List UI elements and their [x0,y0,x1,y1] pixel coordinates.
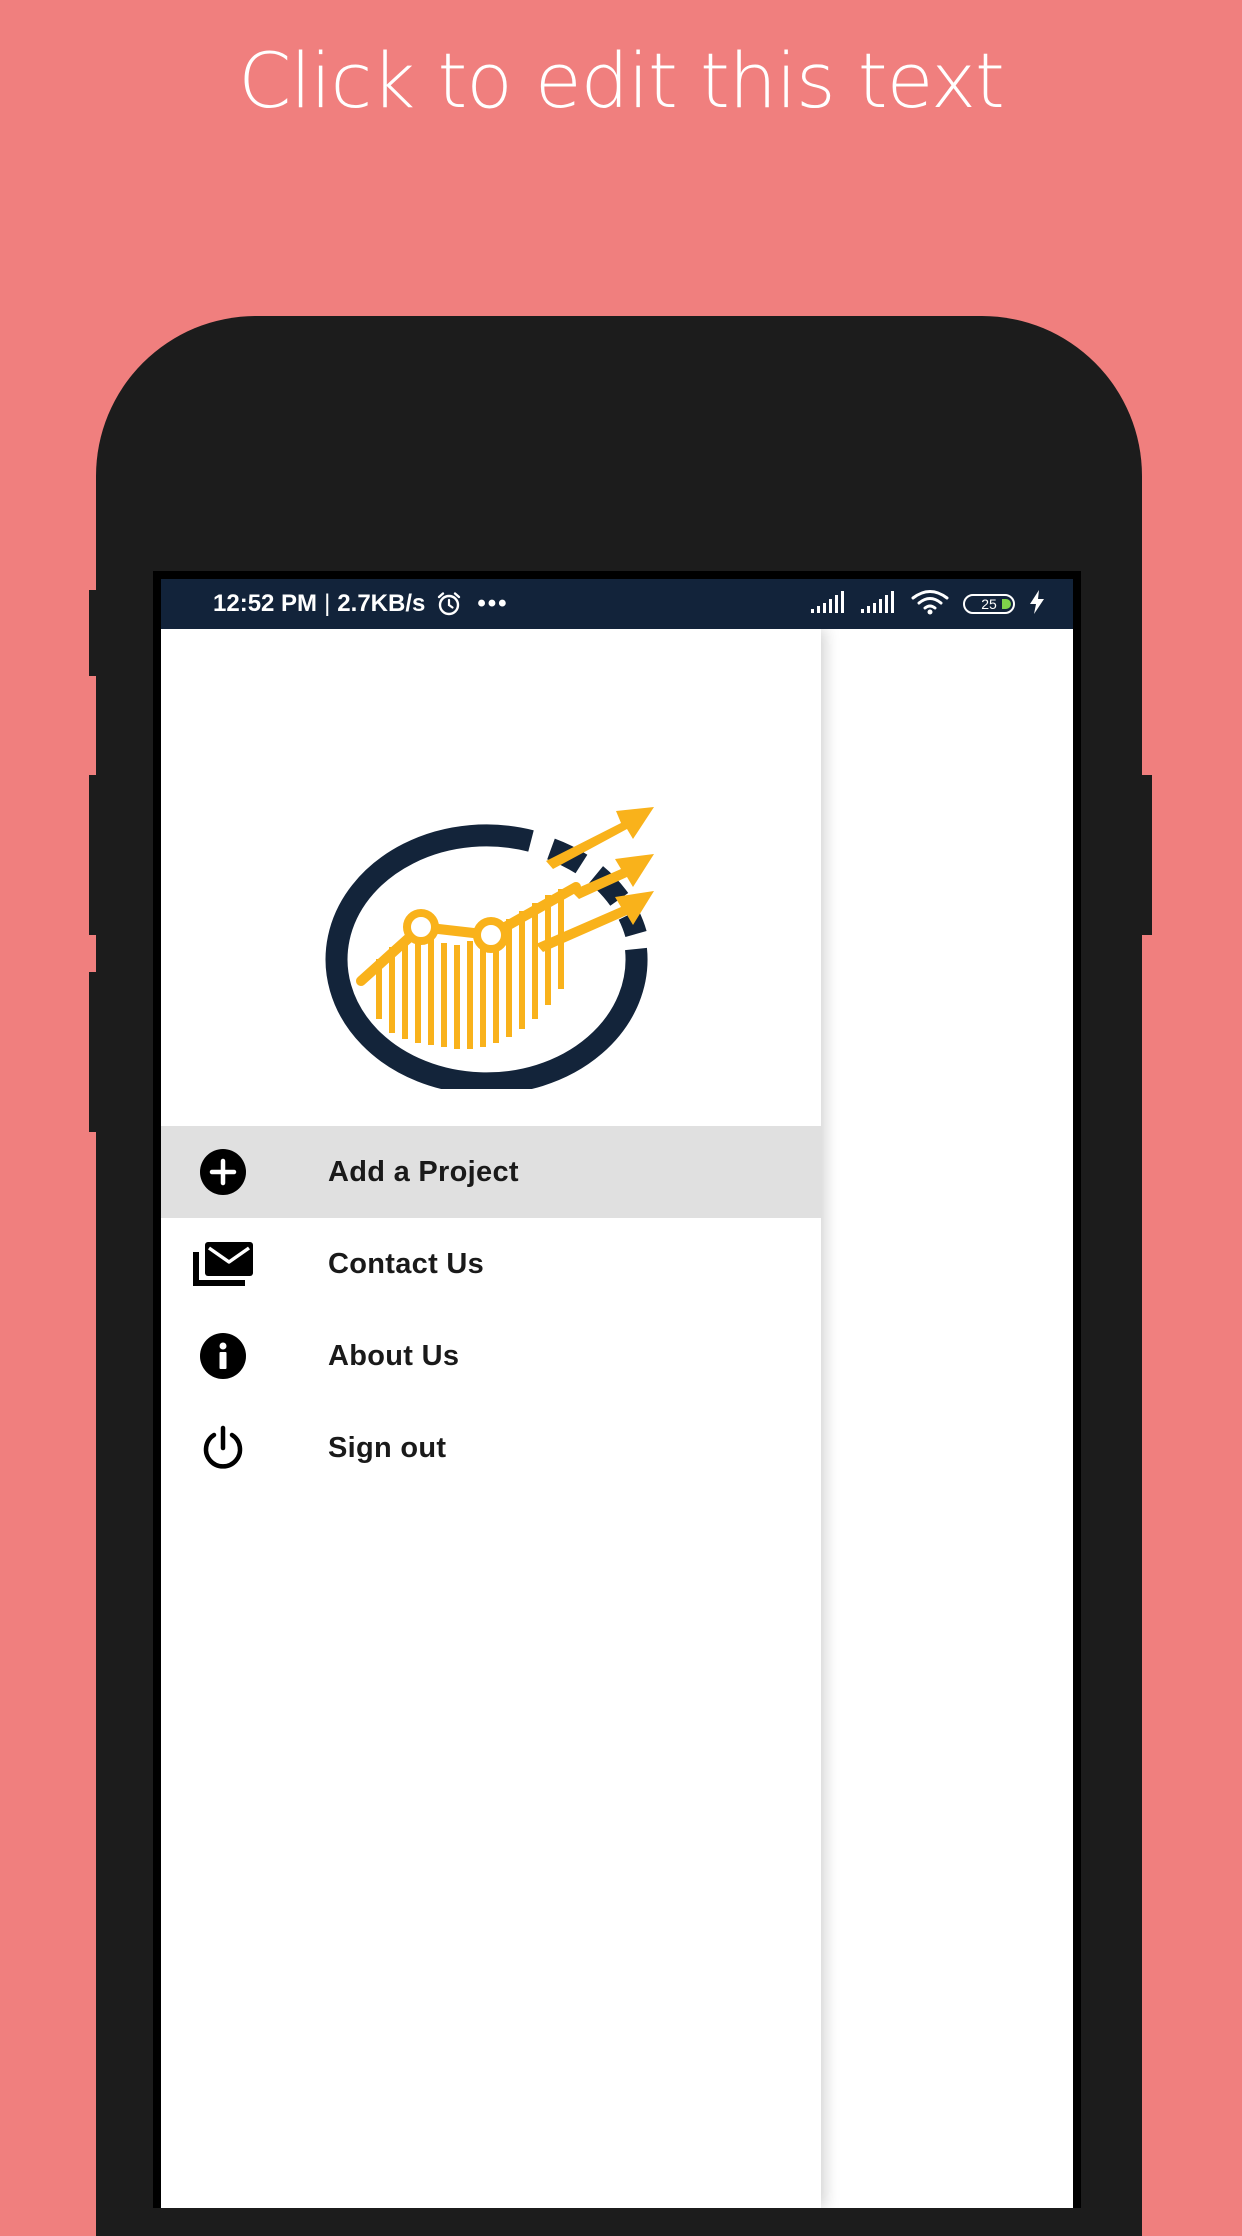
battery-icon: 25 [963,594,1015,614]
phone-screen: 12:52 PM | 2.7KB/s ••• 25 Add a Project … [153,571,1081,2208]
menu-item-label: Add a Project [328,1155,519,1188]
status-separator: | [324,590,331,617]
menu-item-add-project[interactable]: Add a Project [161,1126,821,1218]
menu-item-label: About Us [328,1339,460,1372]
status-network-speed: 2.7KB/s [337,590,426,617]
more-notifications-icon: ••• [477,590,509,617]
mail-icon [193,1240,253,1288]
signal-icon [861,590,897,618]
alarm-icon [435,590,463,618]
menu-item-about-us[interactable]: About Us [161,1310,821,1402]
battery-level: 25 [981,596,997,612]
add-circle-icon [193,1148,253,1196]
status-bar-right: 25 [811,579,1045,629]
power-icon [193,1424,253,1472]
status-bar: 12:52 PM | 2.7KB/s ••• 25 [161,579,1073,629]
menu-item-label: Sign out [328,1431,447,1464]
info-icon [193,1332,253,1380]
app-content[interactable]: Add a Project Contact Us About Us Sign o… [161,629,1073,2208]
menu-item-sign-out[interactable]: Sign out [161,1402,821,1494]
menu-item-label: Contact Us [328,1247,485,1280]
status-bar-left: 12:52 PM | 2.7KB/s ••• [213,579,509,629]
signal-icon [811,590,847,618]
growth-chart-logo [325,807,654,1089]
wifi-icon [911,589,949,620]
drawer-menu: Add a Project Contact Us About Us Sign o… [161,1126,821,1494]
menu-item-contact-us[interactable]: Contact Us [161,1218,821,1310]
navigation-drawer: Add a Project Contact Us About Us Sign o… [161,629,821,2208]
status-time: 12:52 PM [213,590,318,617]
headline-text[interactable]: Click to edit this text [0,36,1242,126]
drawer-header [161,629,821,1126]
charging-icon [1029,589,1045,619]
